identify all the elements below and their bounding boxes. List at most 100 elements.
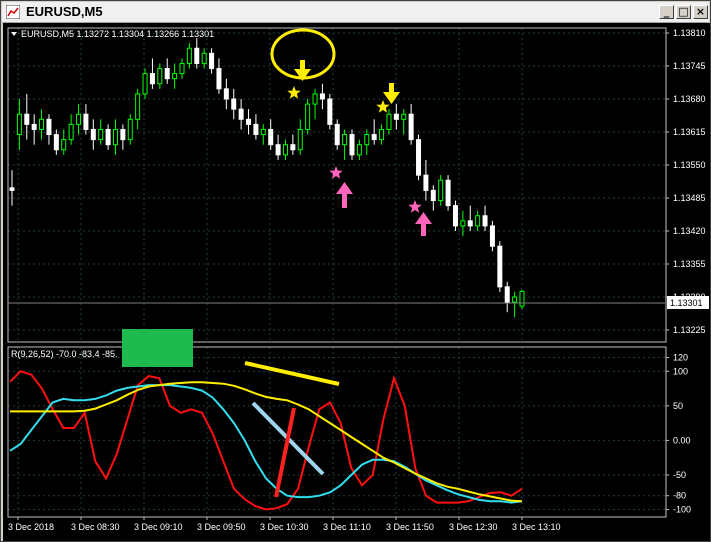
candle <box>512 291 518 318</box>
candle <box>467 205 473 231</box>
candle <box>53 129 59 155</box>
time-axis-label: 3 Dec 09:50 <box>197 522 246 532</box>
indicator-info: R(9,26,52) -70.0 -83.4 -85. <box>11 349 118 359</box>
price-axis-label: 1.13615 <box>673 127 706 137</box>
up-arrow-icon <box>415 212 432 236</box>
candle <box>327 93 333 130</box>
candle <box>290 134 296 155</box>
price-axis-label: 1.13225 <box>673 325 706 335</box>
star-icon <box>287 86 301 99</box>
time-axis-label: 3 Dec 08:30 <box>71 522 120 532</box>
maximize-button[interactable]: □ <box>676 5 691 19</box>
candle <box>135 88 141 130</box>
candle <box>312 88 318 120</box>
candle <box>9 170 15 206</box>
price-axis-label: 1.13420 <box>673 226 706 236</box>
price-axis-label: 1.13550 <box>673 160 706 170</box>
candle <box>127 114 133 145</box>
indicator-axis-label: 120 <box>673 352 688 362</box>
candle <box>349 129 355 160</box>
symbol-info: EURUSD,M5 1.13272 1.13304 1.13266 1.1330… <box>21 29 214 39</box>
candle <box>39 109 45 140</box>
candle <box>379 124 385 145</box>
candle <box>238 99 244 130</box>
time-axis-label: 3 Dec 12:30 <box>449 522 498 532</box>
candle <box>186 43 192 69</box>
close-button[interactable]: × <box>693 5 708 19</box>
yellow-trend-line <box>244 361 340 386</box>
candle <box>98 119 104 145</box>
price-axis: 1.13810 1.13745 1.13680 1.13615 1.13550 1.134… <box>666 28 706 335</box>
candle <box>216 58 222 94</box>
candle <box>120 124 126 150</box>
candle <box>334 119 340 150</box>
candle <box>149 58 155 89</box>
candle <box>386 109 392 135</box>
price-axis-label: 1.13680 <box>673 94 706 104</box>
candle <box>519 289 525 310</box>
window-title: EURUSD,M5 <box>26 4 103 19</box>
candle <box>356 139 362 160</box>
candle <box>297 119 303 155</box>
candle <box>83 104 89 135</box>
candle <box>393 104 399 130</box>
candle <box>246 109 252 135</box>
candlestick-series <box>9 38 525 318</box>
candle <box>24 93 30 140</box>
candle <box>46 114 52 145</box>
time-axis-label: 3 Dec 10:30 <box>260 522 309 532</box>
candle <box>282 139 288 160</box>
window-titlebar[interactable]: EURUSD,M5 _ □ × <box>2 2 709 23</box>
price-axis-label: 1.13485 <box>673 193 706 203</box>
indicator-axis-label: 100 <box>673 366 688 376</box>
candle <box>342 129 348 160</box>
candle <box>489 220 495 252</box>
candle <box>90 119 96 150</box>
candle <box>423 159 429 201</box>
grid-lines <box>8 28 666 517</box>
indicator-axis: 120 100 50 0.00 -50 -80 -100 <box>666 352 691 515</box>
candle <box>164 58 170 84</box>
candle <box>194 38 200 69</box>
time-axis-label: 3 Dec 09:10 <box>134 522 183 532</box>
star-icon <box>408 200 422 213</box>
candle <box>482 205 488 231</box>
red-trend-line <box>274 407 296 498</box>
candle <box>16 99 22 150</box>
candle <box>416 134 422 181</box>
candle <box>275 134 281 160</box>
chart-canvas[interactable]: 1.13810 1.13745 1.13680 1.13615 1.13550 1.134… <box>3 23 710 541</box>
candle <box>401 109 407 135</box>
oscillator-line <box>9 384 523 504</box>
up-arrow-icon <box>336 182 353 208</box>
candle <box>438 175 444 206</box>
indicator-axis-label: -100 <box>673 505 691 515</box>
candle <box>430 185 436 211</box>
candle <box>475 210 481 231</box>
candle <box>408 104 414 145</box>
symbol-dropdown-icon[interactable] <box>11 32 17 36</box>
time-axis: 3 Dec 2018 3 Dec 08:30 3 Dec 09:10 3 Dec 09… <box>8 517 561 532</box>
chart-window: EURUSD,M5 _ □ × 1.13810 1.13745 1.13680 1.1… <box>0 0 711 542</box>
candle <box>201 48 207 69</box>
minimize-button[interactable]: _ <box>659 5 674 19</box>
time-axis-label: 3 Dec 13:10 <box>512 522 561 532</box>
chart-app-icon <box>6 5 20 19</box>
candle <box>68 114 74 145</box>
current-price-label: 1.13301 <box>670 298 703 308</box>
candle <box>268 119 274 150</box>
candle <box>231 88 237 120</box>
indicator-axis-label: -50 <box>673 470 686 480</box>
price-axis-label: 1.13745 <box>673 61 706 71</box>
chart-area[interactable]: 1.13810 1.13745 1.13680 1.13615 1.13550 1.134… <box>3 23 710 541</box>
down-arrow-icon <box>383 83 400 104</box>
price-panel-frame <box>7 27 667 343</box>
candle <box>105 124 111 150</box>
candle <box>452 200 458 231</box>
time-axis-label: 3 Dec 11:50 <box>386 522 434 532</box>
candle <box>445 175 451 211</box>
candle <box>31 114 37 145</box>
price-axis-label: 1.13355 <box>673 259 706 269</box>
price-axis-label: 1.13810 <box>673 28 706 38</box>
candle <box>260 124 266 145</box>
